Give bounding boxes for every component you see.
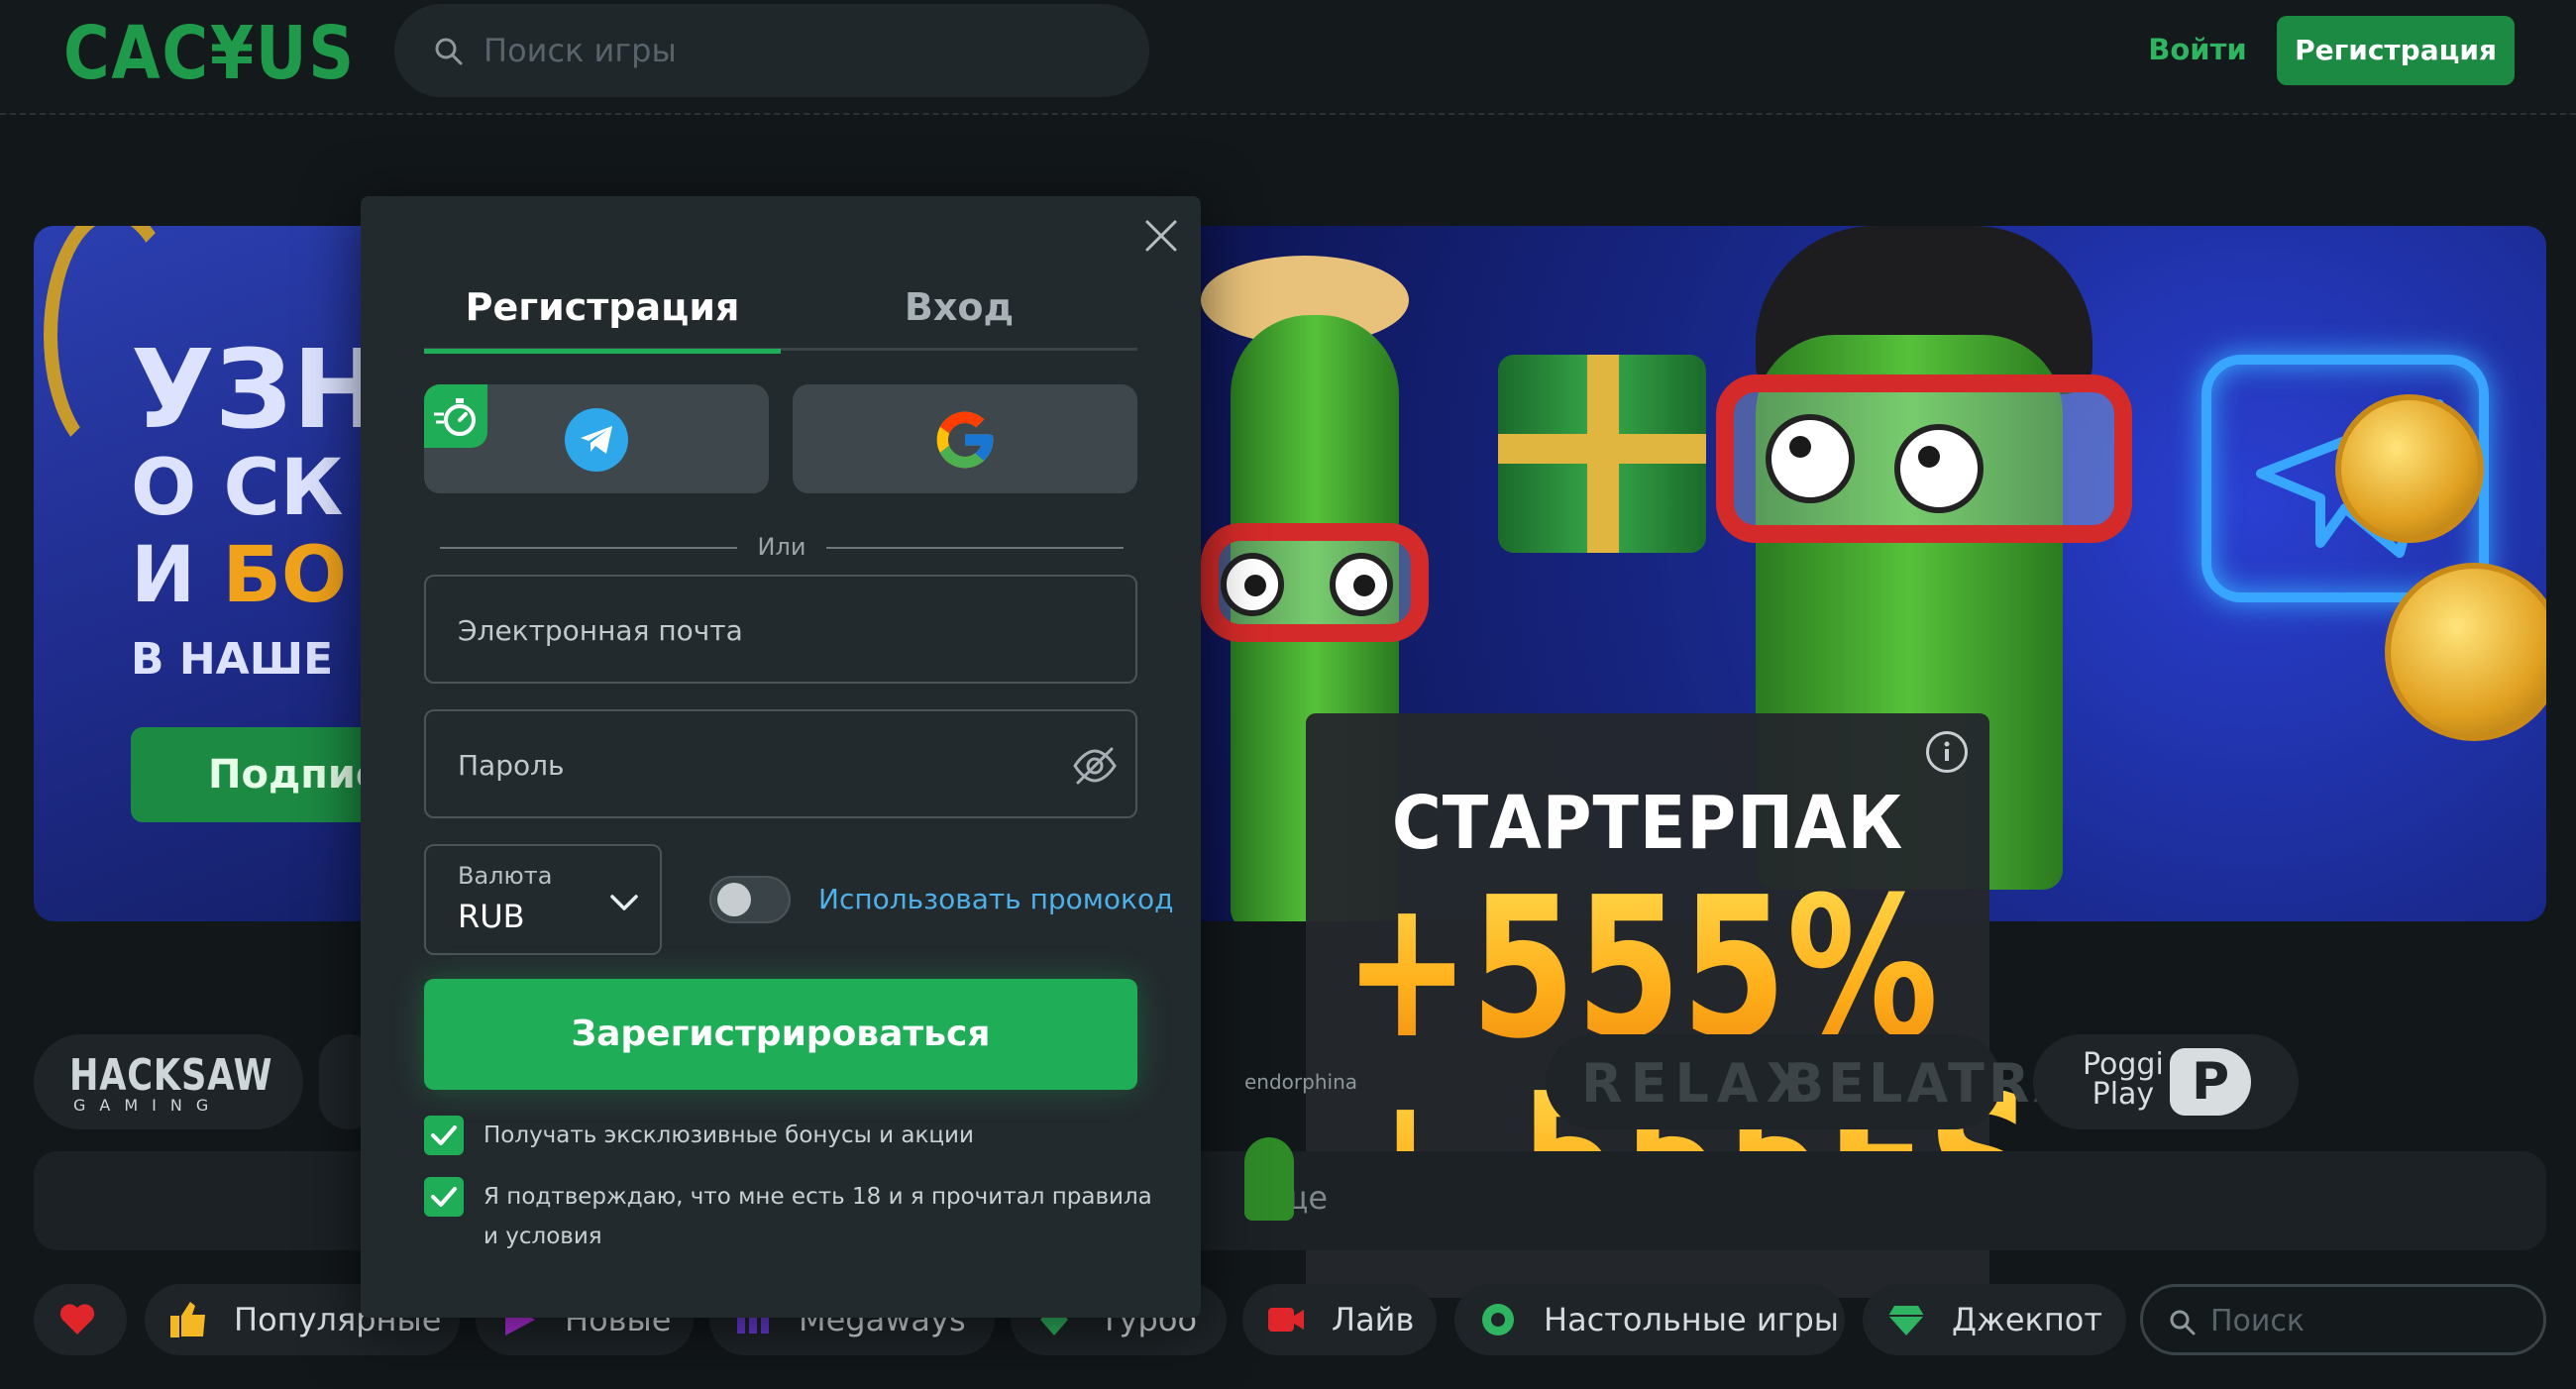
category-label: Лайв — [1332, 1301, 1415, 1338]
cactus-eye — [1894, 424, 1984, 513]
video-camera-icon — [1268, 1308, 1304, 1332]
telegram-icon — [565, 408, 628, 472]
cactus-eye — [1766, 414, 1855, 503]
provider-poggi-play[interactable]: Poggi Play P — [2033, 1034, 2299, 1129]
currency-select[interactable]: Валюта RUB — [424, 844, 662, 955]
diamond-icon — [1888, 1306, 1924, 1336]
provider-poggi-name: Poggi Play — [2083, 1047, 2164, 1112]
cactus-mascot-icon — [1244, 1137, 1294, 1221]
game-search-box[interactable] — [394, 4, 1149, 97]
login-link[interactable]: Войти — [2128, 28, 2267, 71]
thumbs-up-icon — [170, 1302, 205, 1337]
password-field[interactable] — [424, 709, 1137, 818]
banner-headline-1: УЗН — [131, 326, 371, 453]
game-search-input[interactable] — [482, 22, 1116, 79]
provider-endorphina-name: endorphina — [1244, 1070, 1357, 1094]
category-label: Джекпот — [1952, 1301, 2102, 1338]
email-input[interactable] — [456, 602, 1050, 658]
divider-line — [440, 547, 737, 549]
provider-relax-belatra[interactable]: RELAX BELATRA — [1546, 1034, 2075, 1129]
provider-hacksaw-sub: GAMING — [73, 1096, 223, 1115]
auth-tabs: Регистрация Вход — [424, 277, 1137, 354]
registration-modal: Регистрация Вход Или Электронная почта В… — [361, 196, 1201, 1318]
register-submit-button[interactable]: Зарегистрироваться — [424, 979, 1137, 1090]
or-divider: Или — [440, 533, 1124, 563]
close-icon[interactable] — [1143, 218, 1179, 254]
email-field[interactable] — [424, 575, 1137, 684]
category-search-box[interactable] — [2140, 1284, 2546, 1355]
eye-off-icon[interactable] — [1072, 743, 1118, 789]
currency-label: Валюта — [458, 862, 553, 890]
chevron-down-icon — [610, 895, 638, 910]
provider-hacksaw[interactable]: HACKSAW GAMING — [34, 1034, 303, 1129]
cactus-eye — [1330, 553, 1393, 616]
tab-login[interactable]: Вход — [781, 277, 1137, 351]
divider-text: Или — [757, 533, 806, 561]
divider-line — [826, 547, 1124, 549]
poggi-logo-icon: P — [2170, 1048, 2251, 1116]
checkmark-icon — [431, 1187, 457, 1207]
promo-banner-left[interactable]: УЗН О СК И БО В НАШЕ Подпис — [34, 226, 371, 921]
top-header: CAC¥US Войти Регистрация — [0, 0, 2576, 115]
currency-value: RUB — [458, 898, 525, 935]
banner-headline-2: О СК — [131, 444, 344, 533]
register-button[interactable]: Регистрация — [2277, 16, 2515, 85]
tab-registration[interactable]: Регистрация — [424, 277, 781, 354]
bonuses-checkbox[interactable] — [424, 1116, 464, 1155]
checkmark-icon — [431, 1125, 457, 1145]
category-favorites[interactable] — [34, 1284, 127, 1355]
provider-hacksaw-name: HACKSAW — [69, 1050, 273, 1101]
provider-endorphina[interactable]: endorphina — [1209, 1034, 1585, 1129]
provider-relax-name: RELAX — [1581, 1052, 1816, 1115]
category-search-input[interactable] — [2208, 1297, 2525, 1344]
promo-code-toggle[interactable] — [709, 876, 791, 923]
banner-headline-3: И БО — [131, 531, 348, 620]
use-promo-code-link[interactable]: Использовать промокод — [818, 880, 1173, 919]
banner-headline-4: В НАШЕ — [131, 634, 334, 685]
heart-icon — [59, 1304, 95, 1335]
gift-box-image — [1498, 355, 1706, 553]
toggle-knob — [717, 883, 751, 916]
category-live[interactable]: Лайв — [1242, 1284, 1437, 1355]
terms-checkbox[interactable] — [424, 1177, 464, 1217]
google-login-button[interactable] — [793, 384, 1137, 493]
search-icon — [2170, 1310, 2196, 1336]
password-input[interactable] — [456, 737, 1050, 793]
category-table-games[interactable]: Настольные игры — [1454, 1284, 1845, 1355]
bonuses-checkbox-label: Получать эксклюзивные бонусы и акции — [483, 1122, 974, 1148]
google-icon — [936, 411, 994, 469]
fast-stopwatch-icon — [424, 384, 487, 448]
search-icon — [435, 38, 463, 65]
info-icon[interactable] — [1926, 731, 1968, 773]
telegram-login-button[interactable] — [424, 384, 769, 493]
coin-image — [2385, 563, 2546, 741]
terms-checkbox-label: Я подтверждаю, что мне есть 18 и я прочи… — [483, 1184, 1152, 1249]
category-jackpot[interactable]: Джекпот — [1863, 1284, 2126, 1355]
cactus-eye — [1221, 553, 1284, 616]
subscribe-button[interactable]: Подпис — [131, 727, 371, 822]
site-logo[interactable]: CAC¥US — [63, 14, 356, 93]
category-label: Настольные игры — [1544, 1301, 1840, 1338]
promo-title: СТАРТЕРПАК — [1391, 781, 1904, 866]
table-games-icon — [1482, 1304, 1514, 1336]
coin-image — [2335, 394, 2484, 543]
